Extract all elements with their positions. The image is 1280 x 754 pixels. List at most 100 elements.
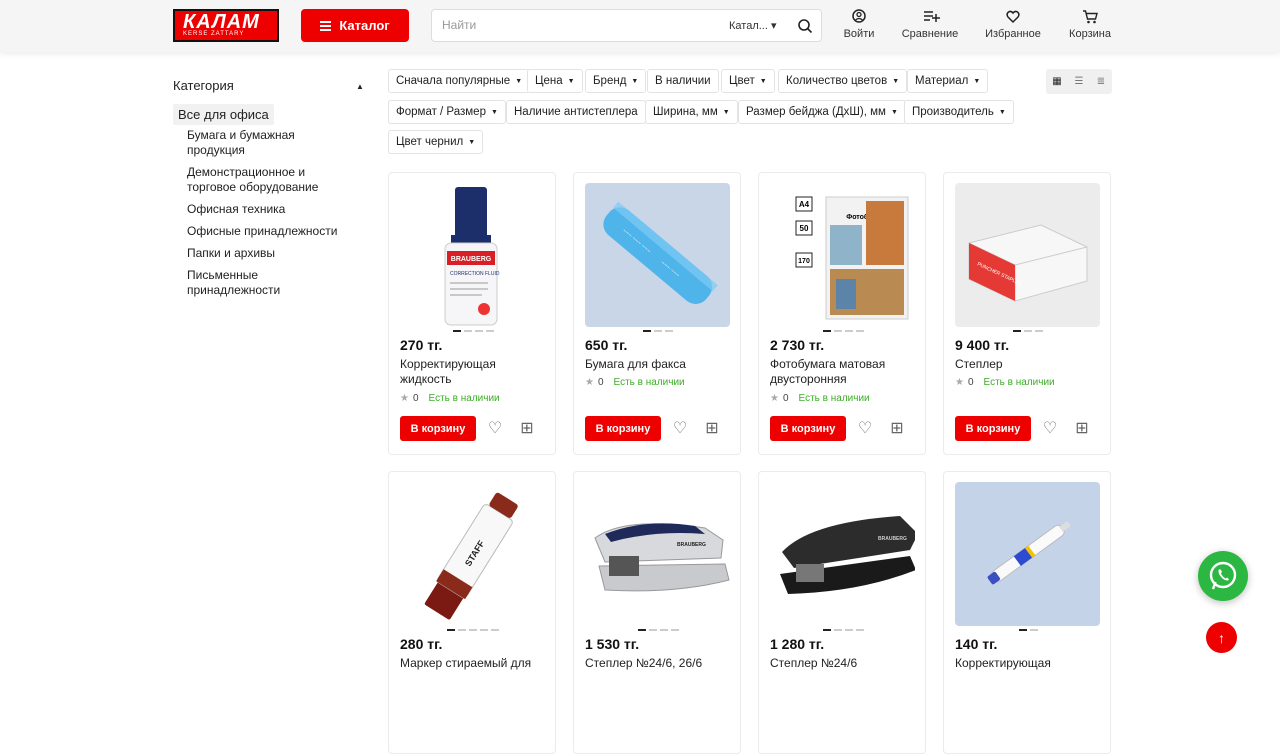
product-card[interactable]: ~~~ ~~~ ~~~ ~~~ ~~~ 650 тг. Бумага для ф…	[573, 172, 741, 455]
heart-icon[interactable]: ♡	[486, 419, 504, 437]
product-name[interactable]: Маркер стираемый для	[400, 656, 546, 671]
product-image[interactable]: BRAUBERG	[770, 482, 915, 626]
login-link[interactable]: Войти	[824, 8, 894, 40]
filter-color-count[interactable]: Количество цветов ▼	[778, 69, 908, 93]
favorites-link[interactable]: Избранное	[978, 8, 1048, 40]
heart-icon	[1006, 10, 1020, 24]
cart-link[interactable]: Корзина	[1055, 8, 1125, 40]
view-toggle: ▦ ☰ ≣	[1046, 69, 1112, 94]
product-card[interactable]: PUNCHER STAPLER 9 400 тг. Степлер ★ 0 Есть…	[943, 172, 1111, 455]
image-pager	[759, 629, 927, 631]
filter-price[interactable]: Цена ▼	[527, 69, 583, 93]
product-image[interactable]: BRAUBERG CORRECTION FLUID	[400, 183, 545, 327]
search-bar: Катал... ▾	[431, 9, 822, 42]
product-name[interactable]: Корректирующая	[955, 656, 1101, 671]
category-item[interactable]: Демонстрационное и торговое оборудование	[187, 165, 347, 195]
product-image[interactable]: ~~~ ~~~ ~~~ ~~~ ~~~	[585, 183, 730, 327]
compare-icon[interactable]: ⊞	[888, 419, 906, 437]
filter-format[interactable]: Формат / Размер ▼	[388, 100, 506, 124]
caret-down-icon: ▼	[722, 108, 730, 116]
category-item[interactable]: Папки и архивы	[187, 246, 347, 261]
search-scope-select[interactable]: Катал... ▾	[729, 19, 776, 32]
category-selected[interactable]: Все для офиса	[173, 104, 274, 125]
add-to-cart-button[interactable]: В корзину	[585, 416, 661, 441]
category-item[interactable]: Письменные принадлежности	[187, 268, 347, 298]
product-price: 140 тг.	[955, 636, 998, 652]
product-name[interactable]: Степлер	[955, 357, 1101, 372]
product-card[interactable]: BRAUBERG 1 530 тг. Степлер №24/6, 26/6	[573, 471, 741, 754]
product-name[interactable]: Бумага для факса	[585, 357, 731, 372]
add-to-cart-button[interactable]: В корзину	[400, 416, 476, 441]
whatsapp-button[interactable]	[1198, 551, 1248, 601]
image-pager	[759, 330, 927, 332]
logo[interactable]: КАЛАМ KERSE ZATTARY	[173, 9, 279, 42]
star-icon: ★	[955, 377, 964, 388]
category-item[interactable]: Офисные принадлежности	[187, 224, 347, 239]
product-card[interactable]: 140 тг. Корректирующая	[943, 471, 1111, 754]
star-icon: ★	[585, 377, 594, 388]
compact-view-icon[interactable]: ≣	[1090, 69, 1112, 94]
product-name[interactable]: Фотобумага матовая двусторонняя	[770, 357, 916, 387]
product-image[interactable]: PUNCHER STAPLER	[955, 183, 1100, 327]
category-item[interactable]: Офисная техника	[187, 202, 347, 217]
filter-color[interactable]: Цвет ▼	[721, 69, 775, 93]
filter-antistapler[interactable]: Наличие антистеплера	[506, 100, 646, 124]
catalog-button[interactable]: Каталог	[301, 9, 409, 42]
product-image[interactable]: A4 50 170 Фотобумага	[770, 183, 915, 327]
heart-icon[interactable]: ♡	[856, 419, 874, 437]
compare-label: Сравнение	[901, 28, 959, 40]
svg-text:BRAUBERG: BRAUBERG	[878, 536, 907, 542]
product-card[interactable]: BRAUBERG 1 280 тг. Степлер №24/6	[758, 471, 926, 754]
star-icon: ★	[400, 393, 409, 404]
product-name[interactable]: Корректирующая жидкость	[400, 357, 546, 387]
svg-text:A4: A4	[799, 200, 810, 209]
caret-down-icon: ▼	[631, 77, 639, 85]
product-card[interactable]: BRAUBERG CORRECTION FLUID 270 тг. Коррек…	[388, 172, 556, 455]
compare-icon	[924, 11, 940, 22]
product-price: 9 400 тг.	[955, 337, 1010, 353]
catalog-button-label: Каталог	[339, 18, 390, 33]
filter-material[interactable]: Материал ▼	[907, 69, 989, 93]
stock-status: Есть в наличии	[798, 393, 870, 404]
filter-width[interactable]: Ширина, мм ▼	[645, 100, 738, 124]
product-card[interactable]: STAFF 280 тг. Маркер стираемый для	[388, 471, 556, 754]
compare-icon[interactable]: ⊞	[1073, 419, 1091, 437]
category-title[interactable]: Категория	[173, 78, 234, 93]
product-name[interactable]: Степлер №24/6, 26/6	[585, 656, 731, 671]
product-image[interactable]: STAFF	[400, 482, 545, 626]
add-to-cart-button[interactable]: В корзину	[770, 416, 846, 441]
filter-ink-color[interactable]: Цвет чернил ▼	[388, 130, 484, 154]
arrow-up-icon: ↑	[1218, 629, 1225, 646]
svg-text:170: 170	[798, 258, 810, 265]
product-price: 650 тг.	[585, 337, 628, 353]
category-item[interactable]: Бумага и бумажная продукция	[187, 128, 347, 158]
caret-up-icon[interactable]: ▲	[356, 82, 364, 91]
image-pager	[574, 330, 742, 332]
heart-icon[interactable]: ♡	[1041, 419, 1059, 437]
caret-down-icon: ▼	[468, 138, 476, 146]
product-card[interactable]: A4 50 170 Фотобумага 2 730 тг. Фотобумаг…	[758, 172, 926, 455]
compare-link[interactable]: Сравнение	[895, 8, 965, 40]
filter-manufacturer[interactable]: Производитель ▼	[904, 100, 1014, 124]
menu-icon	[320, 19, 332, 33]
filter-badge-size[interactable]: Размер бейджа (ДхШ), мм ▼	[738, 100, 906, 124]
search-input[interactable]	[442, 18, 712, 32]
logo-subtitle: KERSE ZATTARY	[183, 31, 245, 37]
product-name[interactable]: Степлер №24/6	[770, 656, 916, 671]
filter-in-stock[interactable]: В наличии	[647, 69, 719, 93]
caret-down-icon: ▼	[759, 77, 767, 85]
compare-icon[interactable]: ⊞	[703, 419, 721, 437]
grid-view-icon[interactable]: ▦	[1046, 69, 1068, 94]
product-image[interactable]	[955, 482, 1100, 626]
heart-icon[interactable]: ♡	[671, 419, 689, 437]
scroll-to-top-button[interactable]: ↑	[1206, 622, 1237, 653]
search-icon[interactable]	[797, 18, 813, 34]
filter-sort[interactable]: Сначала популярные ▼	[388, 69, 531, 93]
list-view-icon[interactable]: ☰	[1068, 69, 1090, 94]
image-pager	[574, 629, 742, 631]
add-to-cart-button[interactable]: В корзину	[955, 416, 1031, 441]
product-image[interactable]: BRAUBERG	[585, 482, 730, 626]
compare-icon[interactable]: ⊞	[518, 419, 536, 437]
brauberg-label: BRAUBERG	[451, 256, 492, 263]
filter-brand[interactable]: Бренд ▼	[585, 69, 647, 93]
